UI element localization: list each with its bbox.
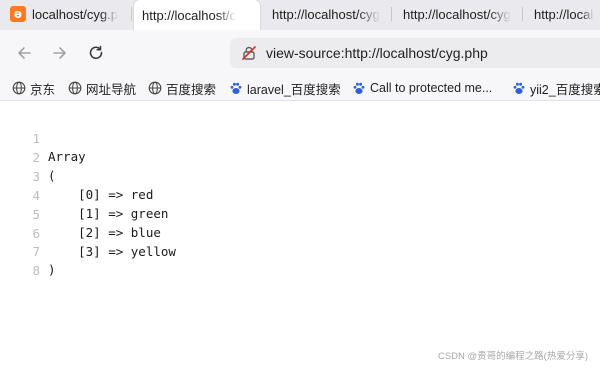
source-line: 5 [2] => blue: [0, 188, 160, 240]
insecure-lock-icon[interactable]: [236, 45, 262, 61]
source-line: 1 Array: [0, 112, 85, 164]
baidu-paw-icon: [512, 81, 526, 95]
bookmark-label: 百度搜索: [166, 82, 217, 97]
bookmark-label: 网址导航: [86, 82, 137, 97]
source-line: 7 ): [0, 225, 55, 277]
tab-separator: [131, 7, 132, 21]
line-code: Array: [48, 149, 86, 164]
reload-button[interactable]: [84, 41, 108, 65]
tab-title: localhost/cyg.p: [32, 6, 118, 22]
bookmark-label: yii2_百度搜索: [530, 82, 600, 97]
tab-4[interactable]: http://localhost/cyg: [395, 0, 523, 28]
tab-title: http://localhost/cyg: [272, 6, 380, 22]
line-code: [2] => blue: [48, 225, 161, 240]
bookmarks-bar: 京东 网址导航 百度搜索 laravel_百度搜索 Call to protec…: [0, 76, 600, 101]
csdn-watermark: CSDN @贵哥的编程之路(热爱分享): [437, 351, 588, 362]
arrow-right-icon: [53, 47, 66, 59]
source-line: 3 [0] => red: [0, 150, 153, 202]
line-code: [0] => red: [48, 187, 154, 202]
tab-2-active[interactable]: http://localhost/c: [134, 0, 260, 30]
forward-button[interactable]: [48, 41, 72, 65]
navigation-toolbar: view-source:http://localhost/cyg.php: [0, 30, 600, 76]
tab-separator: [391, 7, 392, 21]
tab-3[interactable]: http://localhost/cyg: [264, 0, 392, 28]
line-code: [1] => green: [48, 206, 169, 221]
tab-1[interactable]: ǝ localhost/cyg.p: [4, 0, 132, 28]
line-code: (: [48, 168, 56, 183]
back-button[interactable]: [12, 41, 36, 65]
bookmark-call-to-protected[interactable]: Call to protected me...: [352, 79, 492, 97]
source-line: 2 (: [0, 131, 55, 183]
globe-icon: [12, 81, 26, 95]
source-line: 4 [1] => green: [0, 169, 168, 221]
tab-title: http://localhost/cyg: [403, 6, 511, 22]
bookmark-jd[interactable]: 京东: [12, 79, 55, 97]
tab-title: http://localhost/c: [142, 7, 236, 23]
xampp-icon: ǝ: [10, 6, 26, 22]
source-line: 8: [0, 244, 40, 278]
bookmark-laravel[interactable]: laravel_百度搜索: [229, 79, 341, 97]
baidu-paw-icon: [352, 81, 366, 95]
line-code: ): [48, 262, 56, 277]
bookmark-label: 京东: [30, 82, 56, 97]
view-source-content: 1 Array 2 ( 3 [0] => red 4 [1] => green …: [0, 101, 600, 372]
reload-icon: [89, 45, 103, 60]
tab-title: http://localhost: [534, 6, 594, 22]
bookmark-baidu-search[interactable]: 百度搜索: [148, 79, 216, 97]
line-code: [3] => yellow: [48, 244, 176, 259]
line-number: 8: [32, 263, 40, 278]
bookmark-yii2[interactable]: yii2_百度搜索: [512, 79, 600, 97]
tab-strip: ǝ localhost/cyg.p http://localhost/c htt…: [0, 0, 600, 30]
address-bar[interactable]: view-source:http://localhost/cyg.php: [230, 38, 600, 68]
address-text[interactable]: view-source:http://localhost/cyg.php: [266, 45, 488, 61]
arrow-left-icon: [18, 47, 31, 59]
tab-separator: [522, 7, 523, 21]
tab-5[interactable]: http://localhost: [526, 0, 600, 28]
globe-icon: [68, 81, 82, 95]
globe-icon: [148, 81, 162, 95]
bookmark-nav[interactable]: 网址导航: [68, 79, 136, 97]
bookmark-label: laravel_百度搜索: [247, 82, 341, 97]
bookmark-label: Call to protected me...: [370, 81, 493, 95]
baidu-paw-icon: [229, 81, 243, 95]
source-line: 6 [3] => yellow: [0, 207, 175, 259]
